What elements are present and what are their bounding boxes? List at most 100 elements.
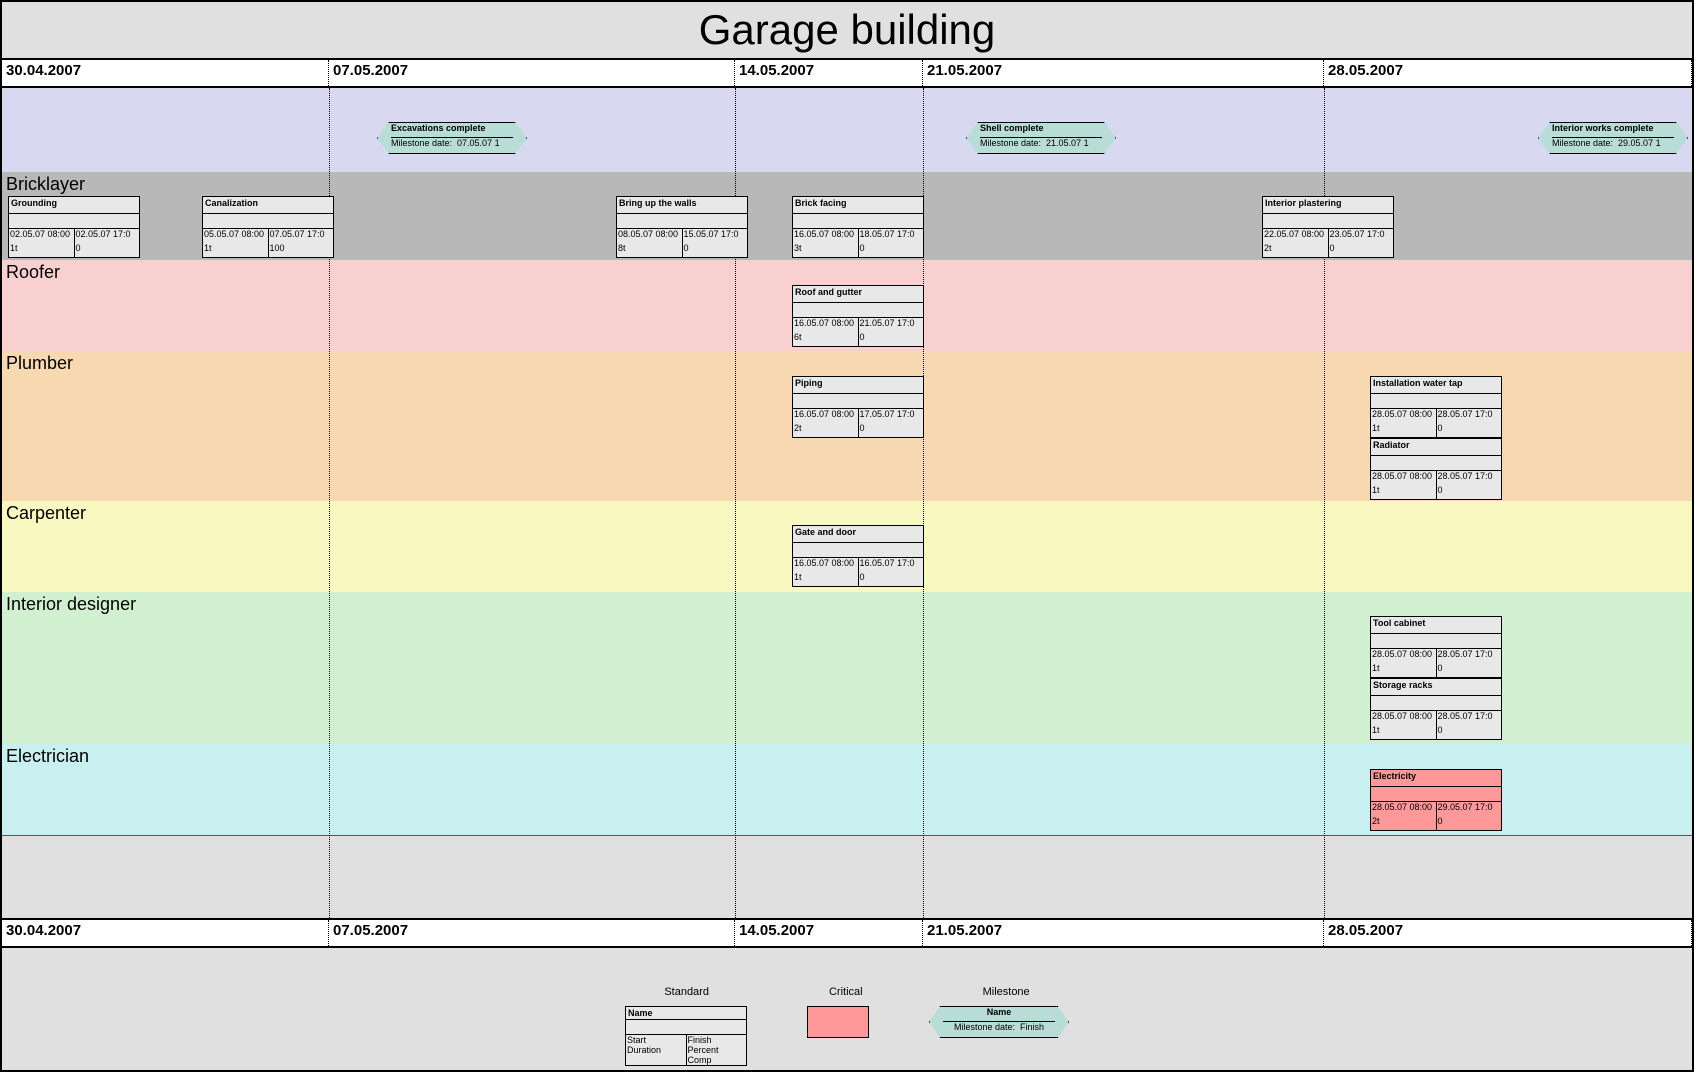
- task-duration: 2t: [1371, 816, 1437, 830]
- task-finish: 28.05.07 17:0: [1437, 471, 1502, 485]
- task-percent: 0: [1437, 725, 1502, 739]
- milestone-date: Milestone date: 07.05.07 1: [391, 138, 513, 152]
- date-cell: 21.05.2007: [923, 60, 1324, 86]
- task-start: 16.05.07 08:00: [793, 409, 859, 423]
- task-finish: 28.05.07 17:0: [1437, 409, 1502, 423]
- legend-label-standard: Standard: [664, 986, 709, 998]
- task-name: Gate and door: [793, 526, 923, 543]
- task-name: Roof and gutter: [793, 286, 923, 303]
- legend-standard-box: Name StartFinish DurationPercent Comp: [625, 1006, 747, 1066]
- task-finish: 18.05.07 17:0: [859, 229, 924, 243]
- swimlane-label: Roofer: [6, 262, 60, 283]
- task-duration: 6t: [793, 332, 859, 346]
- task-start: 28.05.07 08:00: [1371, 471, 1437, 485]
- task-finish: 29.05.07 17:0: [1437, 802, 1502, 816]
- date-cell: 30.04.2007: [2, 60, 329, 86]
- timeline-header-top: 30.04.200707.05.200714.05.200721.05.2007…: [2, 60, 1692, 88]
- legend: Standard Critical Milestone Name StartFi…: [2, 986, 1692, 1066]
- task-start: 08.05.07 08:00: [617, 229, 683, 243]
- task-percent: 0: [683, 243, 748, 257]
- task-finish: 21.05.07 17:0: [859, 318, 924, 332]
- task-name: Piping: [793, 377, 923, 394]
- milestone-name: Interior works complete: [1552, 123, 1674, 138]
- task-percent: 0: [1437, 423, 1502, 437]
- task-start: 16.05.07 08:00: [793, 318, 859, 332]
- task-start: 28.05.07 08:00: [1371, 711, 1437, 725]
- task-percent: 0: [1437, 816, 1502, 830]
- task-node[interactable]: Radiator28.05.07 08:0028.05.07 17:01t0: [1370, 438, 1502, 500]
- timeline-header-bottom: 30.04.200707.05.200714.05.200721.05.2007…: [2, 918, 1692, 948]
- task-percent: 0: [75, 243, 140, 257]
- milestone-node[interactable]: Shell completeMilestone date: 21.05.07 1: [966, 122, 1116, 154]
- date-cell: 28.05.2007: [1324, 920, 1692, 946]
- task-start: 05.05.07 08:00: [203, 229, 269, 243]
- task-node[interactable]: Brick facing16.05.07 08:0018.05.07 17:03…: [792, 196, 924, 258]
- task-duration: 1t: [9, 243, 75, 257]
- task-finish: 28.05.07 17:0: [1437, 649, 1502, 663]
- task-percent: 0: [859, 243, 924, 257]
- task-duration: 8t: [617, 243, 683, 257]
- task-node[interactable]: Interior plastering 22.05.07 08:0023.05.0…: [1262, 196, 1394, 258]
- task-name: Installation water tap: [1371, 377, 1501, 394]
- task-name: Canalization: [203, 197, 333, 214]
- date-cell: 30.04.2007: [2, 920, 329, 946]
- task-start: 22.05.07 08:00: [1263, 229, 1329, 243]
- task-finish: 17.05.07 17:0: [859, 409, 924, 423]
- task-node[interactable]: Installation water tap 28.05.07 08:0028.0…: [1370, 376, 1502, 438]
- task-node[interactable]: Electricity 28.05.07 08:0029.05.07 17:02t…: [1370, 769, 1502, 831]
- chart-body: Bricklayer Roofer Plumber Carpenter Interior…: [2, 88, 1692, 918]
- milestone-name: Shell complete: [980, 123, 1102, 138]
- task-name: Interior plastering: [1263, 197, 1393, 214]
- legend-label-critical: Critical: [829, 986, 863, 998]
- task-name: Tool cabinet: [1371, 617, 1501, 634]
- date-cell: 07.05.2007: [329, 920, 735, 946]
- pert-chart: Garage building 30.04.200707.05.200714.0…: [0, 0, 1694, 1072]
- task-name: Bring up the walls: [617, 197, 747, 214]
- task-name: Grounding: [9, 197, 139, 214]
- task-duration: 1t: [1371, 725, 1437, 739]
- task-node[interactable]: Gate and door16.05.07 08:0016.05.07 17:0…: [792, 525, 924, 587]
- task-node[interactable]: Storage racks28.05.07 08:0028.05.07 17:0…: [1370, 678, 1502, 740]
- task-duration: 1t: [203, 243, 269, 257]
- legend-label-milestone: Milestone: [983, 986, 1030, 998]
- milestone-name: Excavations complete: [391, 123, 513, 138]
- task-duration: 1t: [1371, 485, 1437, 499]
- task-duration: 2t: [793, 423, 859, 437]
- task-node[interactable]: Bring up the walls08.05.07 08:0015.05.07…: [616, 196, 748, 258]
- task-percent: 0: [859, 332, 924, 346]
- milestone-node[interactable]: Excavations completeMilestone date: 07.0…: [377, 122, 527, 154]
- legend-milestone-box: NameMilestone date: Finish: [929, 1006, 1069, 1038]
- task-percent: 100: [269, 243, 334, 257]
- task-node[interactable]: Roof and gutter 16.05.07 08:0021.05.07 17…: [792, 285, 924, 347]
- swimlane-label: Carpenter: [6, 503, 86, 524]
- swimlane: [2, 88, 1692, 173]
- swimlane-label: Bricklayer: [6, 174, 85, 195]
- task-start: 02.05.07 08:00: [9, 229, 75, 243]
- legend-critical-box: [807, 1006, 869, 1038]
- task-node[interactable]: Piping 16.05.07 08:0017.05.07 17:02t0: [792, 376, 924, 438]
- task-duration: 2t: [1263, 243, 1329, 257]
- swimlane-label: Electrician: [6, 746, 89, 767]
- task-start: 28.05.07 08:00: [1371, 802, 1437, 816]
- task-finish: 07.05.07 17:0: [269, 229, 334, 243]
- date-cell: 14.05.2007: [735, 920, 923, 946]
- task-node[interactable]: Tool cabinet28.05.07 08:0028.05.07 17:01…: [1370, 616, 1502, 678]
- task-percent: 0: [1437, 485, 1502, 499]
- task-finish: 23.05.07 17:0: [1329, 229, 1394, 243]
- task-percent: 0: [859, 423, 924, 437]
- task-node[interactable]: Grounding 02.05.07 08:0002.05.07 17:01t0: [8, 196, 140, 258]
- task-name: Electricity: [1371, 770, 1501, 787]
- swimlane-label: Plumber: [6, 353, 73, 374]
- swimlane-label: Interior designer: [6, 594, 136, 615]
- milestone-date: Milestone date: 29.05.07 1: [1552, 138, 1674, 152]
- task-start: 28.05.07 08:00: [1371, 649, 1437, 663]
- task-start: 16.05.07 08:00: [793, 229, 859, 243]
- task-finish: 02.05.07 17:0: [75, 229, 140, 243]
- chart-title: Garage building: [2, 2, 1692, 60]
- date-cell: 14.05.2007: [735, 60, 923, 86]
- date-cell: 07.05.2007: [329, 60, 735, 86]
- milestone-node[interactable]: Interior works completeMilestone date: 2…: [1538, 122, 1688, 154]
- task-start: 28.05.07 08:00: [1371, 409, 1437, 423]
- date-cell: 21.05.2007: [923, 920, 1324, 946]
- task-node[interactable]: Canalization 05.05.07 08:0007.05.07 17:01…: [202, 196, 334, 258]
